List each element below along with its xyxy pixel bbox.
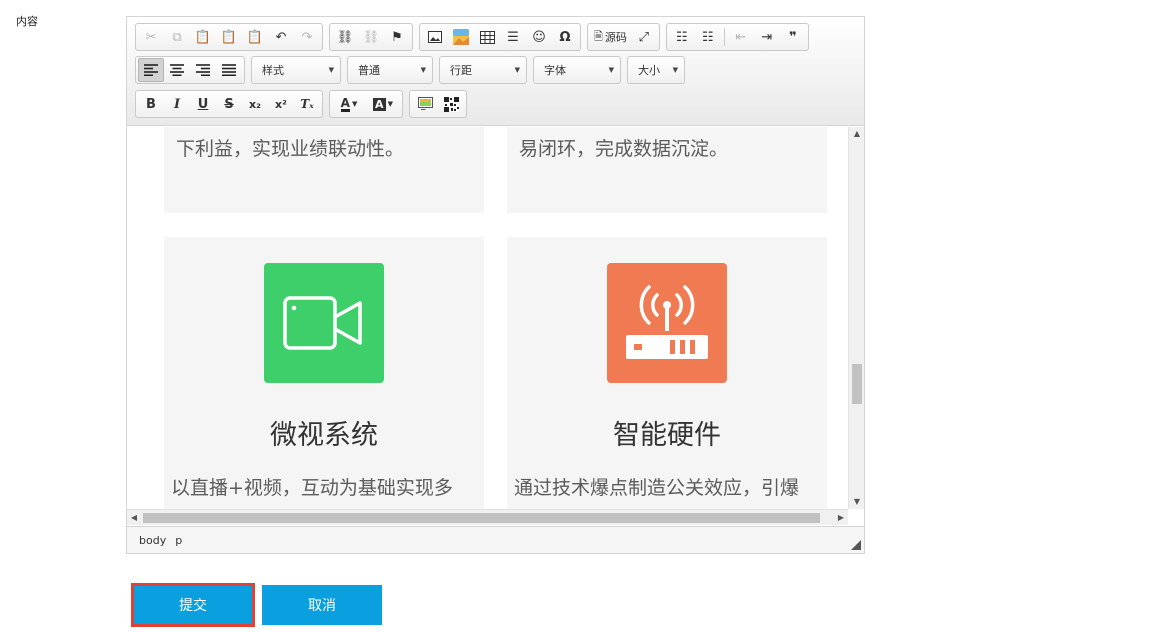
redo-icon[interactable]: ↷ [294, 25, 320, 49]
card-top-right: 易闭环，完成数据沉淀。 [507, 127, 827, 213]
chevron-down-icon: ▼ [672, 66, 678, 74]
resize-handle-icon[interactable] [851, 540, 861, 550]
align-justify-icon[interactable] [216, 58, 242, 82]
element-path: body p [139, 534, 182, 547]
card-hardware-title: 智能硬件 [613, 420, 721, 451]
paragraph-dropdown[interactable]: 普通 ▼ [347, 56, 433, 84]
align-center-icon[interactable] [164, 58, 190, 82]
superscript-icon[interactable]: x² [268, 92, 294, 116]
maximize-icon[interactable]: ⤢ [631, 25, 657, 49]
cut-icon[interactable]: ✂ [138, 25, 164, 49]
line-height-dropdown-value: 行距 [450, 64, 472, 77]
source-group: 🗎 源码 ⤢ [587, 23, 660, 51]
font-size-dropdown[interactable]: 大小 ▼ [627, 56, 685, 84]
editor-toolbar: ✂ ⧉ 📋 📋 📋 ↶ ↷ ⛓ ⛓ ⚑ ☰ ☺ Ω 🗎 源码 ⤢ ☷ ☷ ⇤ ⇥… [127, 17, 864, 126]
font-size-dropdown-value: 大小 [638, 64, 660, 77]
emoticon-icon[interactable]: ☺ [526, 25, 552, 49]
bold-icon[interactable]: B [138, 92, 164, 116]
align-group [135, 56, 245, 84]
image-icon[interactable] [422, 25, 448, 49]
source-label: 源码 [604, 31, 627, 44]
editor-statusbar: body p [127, 526, 864, 553]
scroll-left-icon[interactable]: ◀ [127, 510, 141, 526]
card-top-left: 下利益，实现业绩联动性。 [164, 127, 484, 213]
scroll-down-icon[interactable]: ▼ [849, 495, 865, 509]
table-icon[interactable] [474, 25, 500, 49]
card-top-left-text: 下利益，实现业绩联动性。 [176, 138, 405, 160]
vertical-scrollbar[interactable]: ▲ ▼ [848, 127, 864, 509]
toolbar-row-3: B I U S x₂ x² Tₓ A ▼ A ▼ [135, 89, 473, 119]
line-height-dropdown[interactable]: 行距 ▼ [439, 56, 527, 84]
style-dropdown-value: 样式 [262, 64, 284, 77]
link-group: ⛓ ⛓ ⚑ [329, 23, 413, 51]
card-hardware-text: 通过技术爆点制造公关效应，引爆 [514, 477, 800, 499]
paste-icon[interactable]: 📋 [190, 25, 216, 49]
style-dropdown[interactable]: 样式 ▼ [251, 56, 341, 84]
submit-button[interactable]: 提交 [131, 583, 255, 627]
align-right-icon[interactable] [190, 58, 216, 82]
editor-content-area[interactable]: 下利益，实现业绩联动性。 易闭环，完成数据沉淀。 微视系统 以直播+视频，互动为… [127, 127, 848, 509]
chevron-down-icon: ▼ [328, 66, 334, 74]
ordered-list-icon[interactable]: ☷ [669, 25, 695, 49]
router-icon [607, 263, 727, 383]
unordered-list-icon[interactable]: ☷ [695, 25, 721, 49]
blockquote-icon[interactable]: ❞ [780, 25, 806, 49]
horizontal-rule-icon[interactable]: ☰ [500, 25, 526, 49]
font-color-icon[interactable]: A ▼ [332, 92, 366, 116]
card-video-text: 以直播+视频，互动为基础实现多 [171, 477, 453, 499]
link-icon[interactable]: ⛓ [332, 25, 358, 49]
align-left-icon[interactable] [138, 58, 164, 82]
card-smart-hardware: 智能硬件 通过技术爆点制造公关效应，引爆 [507, 237, 827, 509]
clipboard-group: ✂ ⧉ 📋 📋 📋 ↶ ↷ [135, 23, 323, 51]
subscript-icon[interactable]: x₂ [242, 92, 268, 116]
chevron-down-icon: ▼ [514, 66, 520, 74]
scroll-up-icon[interactable]: ▲ [849, 127, 865, 141]
card-top-right-text: 易闭环，完成数据沉淀。 [519, 138, 729, 160]
toolbar-row-2: 样式 ▼ 普通 ▼ 行距 ▼ 字体 ▼ 大小 ▼ [135, 55, 691, 85]
card-video-system: 微视系统 以直播+视频，互动为基础实现多 [164, 237, 484, 509]
scroll-right-icon[interactable]: ▶ [834, 510, 848, 526]
horizontal-scroll-thumb[interactable] [143, 513, 820, 523]
video-camera-icon [264, 263, 384, 383]
special-char-icon[interactable]: Ω [552, 25, 578, 49]
multi-image-icon[interactable] [412, 92, 438, 116]
flash-icon[interactable] [448, 25, 474, 49]
element-path-p[interactable]: p [175, 534, 182, 547]
horizontal-scrollbar[interactable]: ◀ ▶ [127, 509, 848, 525]
rich-text-editor[interactable]: ✂ ⧉ 📋 📋 📋 ↶ ↷ ⛓ ⛓ ⚑ ☰ ☺ Ω 🗎 源码 ⤢ ☷ ☷ ⇤ ⇥… [126, 16, 865, 554]
chevron-down-icon: ▼ [608, 66, 614, 74]
paste-text-icon[interactable]: 📋 [216, 25, 242, 49]
italic-icon[interactable]: I [164, 92, 190, 116]
font-family-dropdown[interactable]: 字体 ▼ [533, 56, 621, 84]
content-label: 内容 [16, 15, 38, 28]
source-button[interactable]: 🗎 源码 [590, 25, 631, 49]
format-group: B I U S x₂ x² Tₓ [135, 90, 323, 118]
list-group: ☷ ☷ ⇤ ⇥ ❞ [665, 23, 809, 51]
remove-format-icon[interactable]: Tₓ [294, 92, 320, 116]
outdent-icon[interactable]: ⇤ [728, 25, 754, 49]
strike-icon[interactable]: S [216, 92, 242, 116]
color-group: A ▼ A ▼ [329, 90, 403, 118]
copy-icon[interactable]: ⧉ [164, 25, 190, 49]
cancel-button[interactable]: 取消 [262, 585, 382, 625]
undo-icon[interactable]: ↶ [268, 25, 294, 49]
unlink-icon[interactable]: ⛓ [358, 25, 384, 49]
paragraph-dropdown-value: 普通 [358, 64, 380, 77]
indent-icon[interactable]: ⇥ [754, 25, 780, 49]
qrcode-icon[interactable] [438, 92, 464, 116]
paste-word-icon[interactable]: 📋 [242, 25, 268, 49]
underline-icon[interactable]: U [190, 92, 216, 116]
insert-group: ☰ ☺ Ω [419, 23, 581, 51]
element-path-body[interactable]: body [139, 534, 166, 547]
bg-color-icon[interactable]: A ▼ [366, 92, 400, 116]
vertical-scroll-thumb[interactable] [852, 364, 862, 404]
toolbar-row-1: ✂ ⧉ 📋 📋 📋 ↶ ↷ ⛓ ⛓ ⚑ ☰ ☺ Ω 🗎 源码 ⤢ ☷ ☷ ⇤ ⇥… [135, 22, 815, 52]
chevron-down-icon: ▼ [420, 66, 426, 74]
source-icon: 🗎 [594, 29, 603, 43]
toolbar-separator [723, 28, 725, 46]
media-group [409, 90, 467, 118]
card-video-title: 微视系统 [270, 420, 378, 451]
anchor-flag-icon[interactable]: ⚑ [384, 25, 410, 49]
font-family-dropdown-value: 字体 [544, 64, 566, 77]
